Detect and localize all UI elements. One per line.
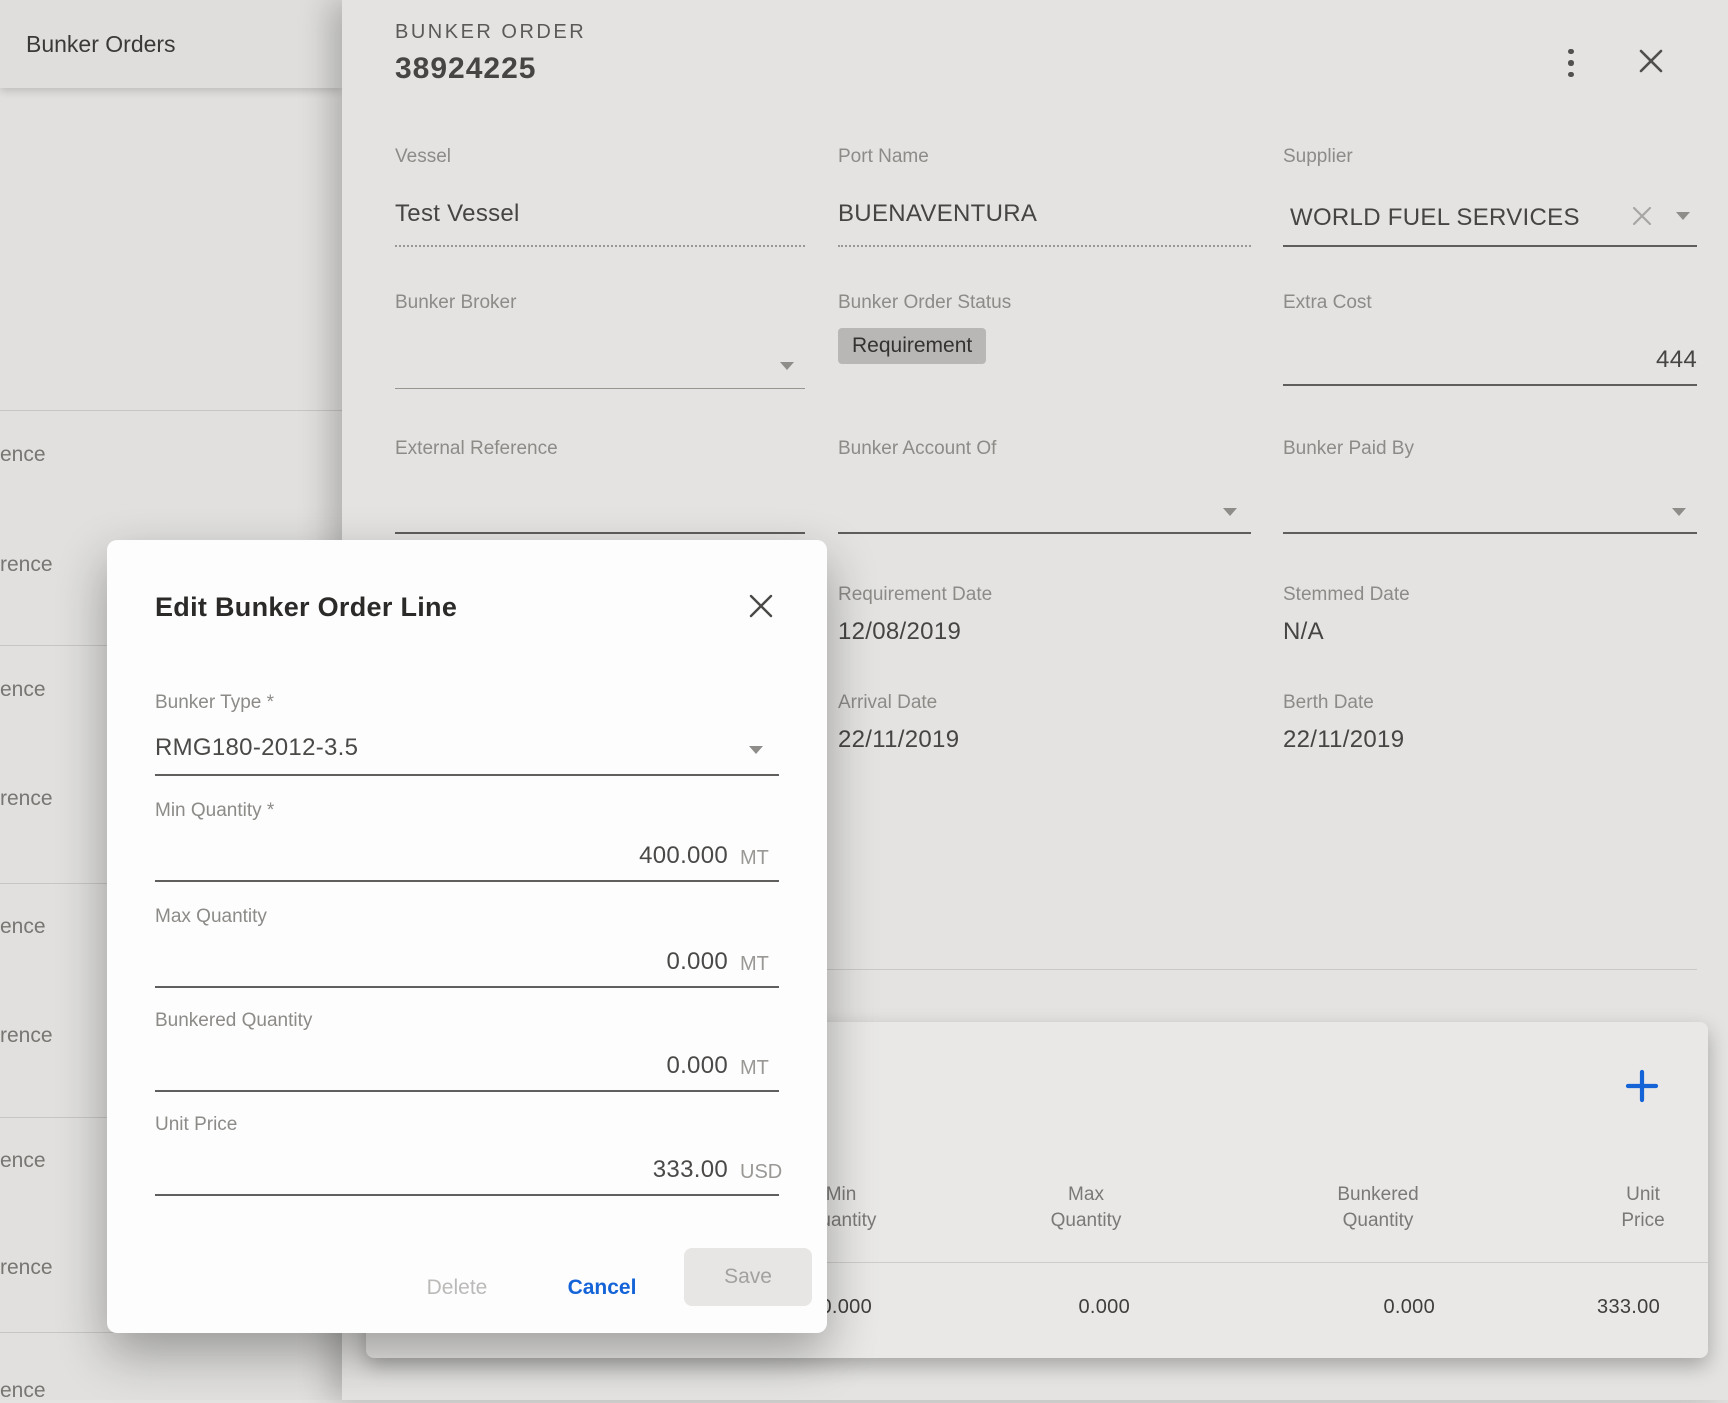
dialog-close-icon[interactable]: [745, 590, 777, 627]
bunker-order-status-label: Bunker Order Status: [838, 292, 1011, 314]
unit-price-unit: USD: [740, 1161, 782, 1184]
requirement-date-value: 12/08/2019: [838, 618, 961, 646]
min-quantity-underline: [155, 880, 779, 882]
unit-price-label: Unit Price: [155, 1114, 237, 1136]
supplier-input[interactable]: WORLD FUEL SERVICES: [1290, 204, 1580, 232]
delete-button[interactable]: Delete: [392, 1276, 522, 1300]
extra-cost-underline: [1283, 384, 1697, 386]
dialog-title: Edit Bunker Order Line: [155, 592, 457, 623]
bunker-type-select[interactable]: RMG180-2012-3.5: [155, 734, 358, 762]
bunker-paid-by-underline: [1283, 532, 1697, 534]
extra-cost-label: Extra Cost: [1283, 292, 1372, 314]
supplier-dropdown-icon[interactable]: [1676, 212, 1690, 220]
row-max-quantity: 0.000: [970, 1296, 1130, 1319]
max-quantity-unit: MT: [740, 953, 769, 976]
row-unit-price: 333.00: [1500, 1296, 1660, 1319]
vessel-label: Vessel: [395, 146, 451, 168]
row-bunkered-quantity: 0.000: [1275, 1296, 1435, 1319]
column-header-unit-price: Unit Price: [1563, 1182, 1723, 1234]
bunkered-quantity-unit: MT: [740, 1057, 769, 1080]
external-reference-label: External Reference: [395, 438, 558, 460]
vessel-value: Test Vessel: [395, 200, 520, 228]
bunkered-quantity-underline: [155, 1090, 779, 1092]
min-quantity-unit: MT: [740, 847, 769, 870]
column-header-max-quantity: Max Quantity: [1006, 1182, 1166, 1234]
list-item-text-fragment[interactable]: rence: [0, 1024, 53, 1048]
supplier-label: Supplier: [1283, 146, 1353, 168]
bunker-type-label: Bunker Type *: [155, 692, 274, 714]
page-title: Bunker Orders: [26, 0, 176, 88]
min-quantity-input[interactable]: 400.000: [155, 842, 728, 870]
bunker-account-of-dropdown-icon[interactable]: [1223, 508, 1237, 516]
bunker-orders-header: Bunker Orders: [0, 0, 342, 88]
stemmed-date-label: Stemmed Date: [1283, 584, 1410, 606]
port-name-underline: [838, 245, 1251, 247]
supplier-underline: [1283, 245, 1697, 247]
cancel-button[interactable]: Cancel: [537, 1276, 667, 1300]
close-icon[interactable]: [1634, 44, 1668, 83]
unit-price-input[interactable]: 333.00: [155, 1156, 728, 1184]
bunker-paid-by-label: Bunker Paid By: [1283, 438, 1414, 460]
save-button[interactable]: Save: [684, 1248, 812, 1306]
list-item-text-fragment[interactable]: ence: [0, 1379, 46, 1403]
list-item-text-fragment[interactable]: rence: [0, 1256, 53, 1280]
stemmed-date-value: N/A: [1283, 618, 1324, 646]
port-name-value: BUENAVENTURA: [838, 200, 1037, 228]
bunker-broker-label: Bunker Broker: [395, 292, 516, 314]
unit-price-underline: [155, 1194, 779, 1196]
max-quantity-underline: [155, 986, 779, 988]
berth-date-value: 22/11/2019: [1283, 726, 1404, 754]
bunkered-quantity-label: Bunkered Quantity: [155, 1010, 312, 1032]
sheet-title: BUNKER ORDER: [395, 21, 586, 44]
add-line-icon[interactable]: [1624, 1068, 1660, 1104]
berth-date-label: Berth Date: [1283, 692, 1374, 714]
bunker-paid-by-dropdown-icon[interactable]: [1672, 508, 1686, 516]
arrival-date-value: 22/11/2019: [838, 726, 959, 754]
more-options-icon[interactable]: [1564, 44, 1578, 82]
requirement-date-label: Requirement Date: [838, 584, 992, 606]
edit-bunker-order-line-dialog: Edit Bunker Order Line Bunker Type * RMG…: [107, 540, 827, 1333]
list-item-text-fragment[interactable]: rence: [0, 553, 53, 577]
bunkered-quantity-input[interactable]: 0.000: [155, 1052, 728, 1080]
bunker-type-dropdown-icon[interactable]: [749, 746, 763, 754]
min-quantity-label: Min Quantity *: [155, 800, 274, 822]
bunker-type-underline: [155, 774, 779, 776]
list-item-text-fragment[interactable]: ence: [0, 443, 46, 467]
list-divider: [0, 410, 342, 411]
extra-cost-input[interactable]: 444: [1283, 346, 1697, 374]
supplier-clear-icon[interactable]: [1630, 204, 1654, 233]
port-name-label: Port Name: [838, 146, 929, 168]
vessel-underline: [395, 245, 805, 247]
list-item-text-fragment[interactable]: ence: [0, 915, 46, 939]
max-quantity-input[interactable]: 0.000: [155, 948, 728, 976]
status-badge: Requirement: [838, 328, 986, 364]
list-item-text-fragment[interactable]: ence: [0, 678, 46, 702]
bunker-account-of-label: Bunker Account Of: [838, 438, 996, 460]
max-quantity-label: Max Quantity: [155, 906, 267, 928]
bunker-account-of-underline: [838, 532, 1251, 534]
list-item-text-fragment[interactable]: ence: [0, 1149, 46, 1173]
order-id: 38924225: [395, 52, 536, 86]
arrival-date-label: Arrival Date: [838, 692, 937, 714]
list-item-text-fragment[interactable]: rence: [0, 787, 53, 811]
column-header-bunkered-quantity: Bunkered Quantity: [1298, 1182, 1458, 1234]
bunker-broker-dropdown-icon[interactable]: [780, 362, 794, 370]
external-reference-underline: [395, 532, 805, 534]
bunker-broker-underline: [395, 388, 805, 389]
